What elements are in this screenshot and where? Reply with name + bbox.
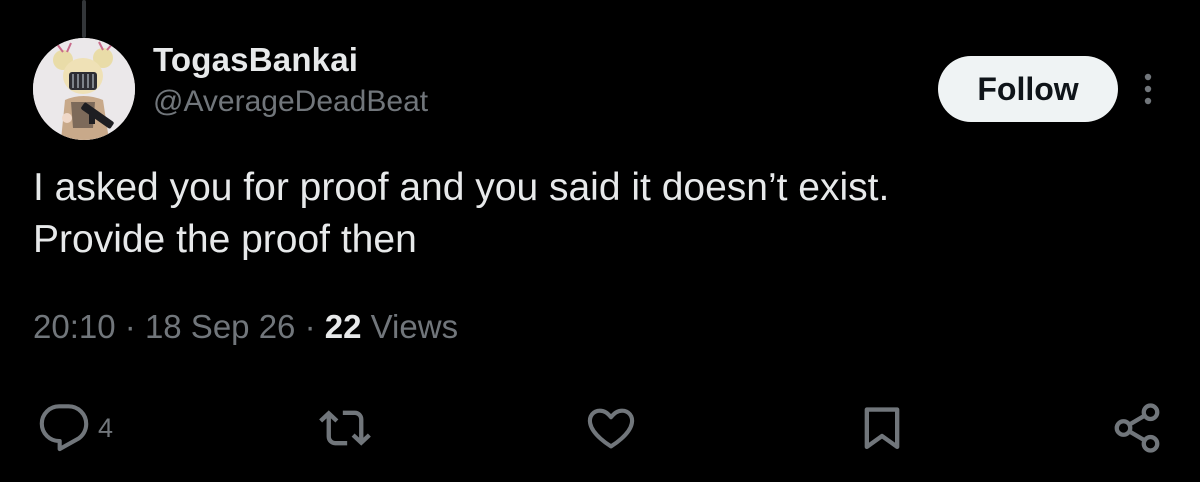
views-count: 22 bbox=[324, 308, 362, 345]
like-icon bbox=[587, 408, 635, 449]
tweet-date[interactable]: 18 Sep 26 bbox=[145, 308, 295, 345]
retweet-icon bbox=[319, 410, 371, 446]
anime-character-avatar-icon bbox=[33, 38, 135, 140]
like-button[interactable] bbox=[583, 400, 639, 456]
tweet-time[interactable]: 20:10 bbox=[33, 308, 116, 345]
tweet-text: I asked you for proof and you said it do… bbox=[33, 162, 1173, 266]
share-icon bbox=[1114, 403, 1160, 453]
bookmark-icon bbox=[864, 407, 900, 450]
reply-count: 4 bbox=[98, 413, 114, 443]
bookmark-button[interactable] bbox=[856, 400, 908, 456]
reply-icon bbox=[39, 404, 89, 452]
meta-separator: · bbox=[304, 308, 316, 345]
display-name[interactable]: TogasBankai bbox=[153, 40, 428, 80]
retweet-button[interactable] bbox=[318, 400, 372, 456]
follow-button[interactable]: Follow bbox=[938, 56, 1118, 122]
tweet-text-line-1: I asked you for proof and you said it do… bbox=[33, 166, 890, 209]
more-options-icon[interactable] bbox=[1134, 68, 1162, 110]
thread-connector-line bbox=[82, 0, 86, 38]
reply-button[interactable]: 4 bbox=[38, 400, 113, 456]
user-handle[interactable]: @AverageDeadBeat bbox=[153, 82, 428, 122]
action-bar: 4 bbox=[0, 400, 1200, 456]
user-info: TogasBankai @AverageDeadBeat bbox=[153, 40, 428, 122]
share-button[interactable] bbox=[1110, 400, 1164, 456]
tweet-text-line-2: Provide the proof then bbox=[33, 218, 417, 261]
tweet-meta: 20:10 · 18 Sep 26 · 22 Views bbox=[33, 305, 458, 349]
meta-separator: · bbox=[124, 308, 136, 345]
views-label: Views bbox=[370, 308, 459, 345]
avatar[interactable] bbox=[33, 38, 135, 140]
